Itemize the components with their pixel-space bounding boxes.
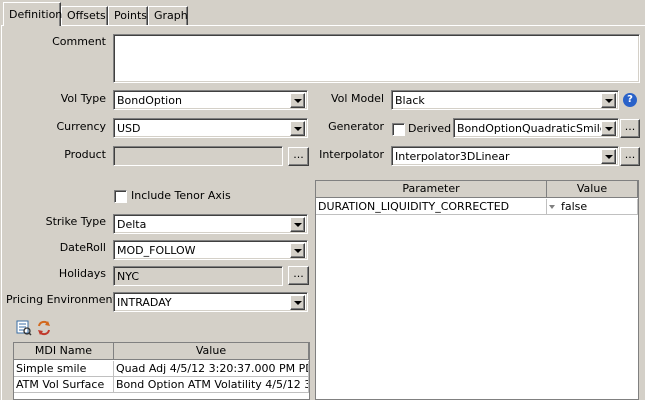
vol-type-dropdown-icon[interactable] bbox=[290, 93, 305, 108]
mdi-table: MDI Name Value Simple smile Quad Adj 4/5… bbox=[13, 342, 310, 400]
currency-dropdown-icon[interactable] bbox=[290, 121, 305, 136]
param-row-name[interactable]: DURATION_LIQUIDITY_CORRECTED bbox=[316, 199, 547, 215]
interpolator-browse-button[interactable]: ... bbox=[620, 147, 640, 166]
currency-select[interactable]: USD bbox=[113, 118, 308, 138]
generator-browse-button[interactable]: ... bbox=[620, 119, 640, 138]
tab-offsets[interactable]: Offsets bbox=[61, 6, 108, 25]
interpolator-select[interactable]: Interpolator3DLinear bbox=[391, 146, 619, 166]
mdi-header-value[interactable]: Value bbox=[114, 343, 309, 360]
tab-definition-label: Definition bbox=[9, 8, 63, 21]
product-browse-button[interactable]: ... bbox=[288, 147, 309, 166]
vol-type-select[interactable]: BondOption bbox=[113, 90, 308, 110]
pricing-env-select[interactable]: INTRADAY bbox=[113, 292, 308, 312]
tab-definition[interactable]: Definition bbox=[3, 2, 63, 26]
refresh-icon[interactable] bbox=[36, 320, 52, 336]
vol-model-label: Vol Model bbox=[331, 92, 384, 105]
tab-points[interactable]: Points bbox=[108, 6, 148, 25]
currency-value: USD bbox=[117, 122, 141, 135]
tab-offsets-label: Offsets bbox=[67, 9, 106, 22]
dateroll-select[interactable]: MOD_FOLLOW bbox=[113, 240, 308, 260]
param-header-value[interactable]: Value bbox=[547, 181, 638, 198]
include-tenor-axis-checkbox[interactable] bbox=[114, 190, 127, 203]
mdi-header-name[interactable]: MDI Name bbox=[14, 343, 114, 360]
generator-select[interactable]: BondOptionQuadraticSmile bbox=[453, 118, 619, 138]
pricing-env-label: Pricing Environment bbox=[6, 293, 117, 306]
vol-model-value: Black bbox=[395, 94, 425, 107]
vol-model-dropdown-icon[interactable] bbox=[601, 93, 616, 108]
value-dropdown-icon[interactable] bbox=[549, 205, 555, 209]
strike-type-label: Strike Type bbox=[45, 215, 106, 228]
param-row-value[interactable]: false bbox=[547, 199, 638, 215]
currency-label: Currency bbox=[56, 120, 106, 133]
help-icon[interactable]: ? bbox=[623, 93, 637, 107]
mdi-row-name[interactable]: Simple smile bbox=[14, 361, 114, 377]
holidays-value: NYC bbox=[117, 270, 140, 283]
vol-model-select[interactable]: Black bbox=[391, 90, 619, 110]
tab-bar: Definition Offsets Points Graph bbox=[0, 0, 645, 26]
include-tenor-axis-label: Include Tenor Axis bbox=[131, 189, 231, 202]
dateroll-dropdown-icon[interactable] bbox=[290, 243, 305, 258]
holidays-browse-button[interactable]: ... bbox=[288, 266, 309, 285]
product-field[interactable] bbox=[113, 146, 283, 166]
tab-graph-label: Graph bbox=[154, 9, 188, 22]
generator-label: Generator bbox=[328, 120, 384, 133]
comment-label: Comment bbox=[52, 35, 106, 48]
vol-type-label: Vol Type bbox=[60, 92, 106, 105]
interpolator-dropdown-icon[interactable] bbox=[601, 149, 616, 164]
holidays-field[interactable]: NYC bbox=[113, 266, 283, 286]
vol-type-value: BondOption bbox=[117, 94, 182, 107]
mdi-row-name[interactable]: ATM Vol Surface bbox=[14, 377, 114, 393]
generator-dropdown-icon[interactable] bbox=[601, 121, 616, 136]
dateroll-label: DateRoll bbox=[59, 241, 106, 254]
mdi-row-value[interactable]: Quad Adj 4/5/12 3:20:37.000 PM PDT bbox=[114, 361, 309, 377]
tab-points-label: Points bbox=[114, 9, 148, 22]
strike-type-value: Delta bbox=[117, 218, 147, 231]
pricing-env-value: INTRADAY bbox=[117, 296, 172, 309]
param-row-value-text: false bbox=[561, 200, 588, 213]
param-header-parameter[interactable]: Parameter bbox=[316, 181, 547, 198]
dateroll-value: MOD_FOLLOW bbox=[117, 244, 196, 257]
view-data-icon[interactable] bbox=[16, 320, 32, 336]
strike-type-dropdown-icon[interactable] bbox=[290, 217, 305, 232]
derived-checkbox[interactable] bbox=[392, 123, 405, 136]
generator-value: BondOptionQuadraticSmile bbox=[457, 122, 607, 135]
comment-field[interactable] bbox=[113, 34, 640, 83]
pricing-env-dropdown-icon[interactable] bbox=[290, 295, 305, 310]
derived-label: Derived bbox=[408, 122, 452, 135]
tab-graph[interactable]: Graph bbox=[148, 6, 188, 25]
interpolator-label: Interpolator bbox=[319, 148, 384, 161]
mdi-row-value[interactable]: Bond Option ATM Volatility 4/5/12 3:... bbox=[114, 377, 309, 393]
product-label: Product bbox=[64, 148, 106, 161]
parameter-table: Parameter Value DURATION_LIQUIDITY_CORRE… bbox=[315, 180, 639, 400]
strike-type-select[interactable]: Delta bbox=[113, 214, 308, 234]
holidays-label: Holidays bbox=[58, 267, 106, 280]
interpolator-value: Interpolator3DLinear bbox=[395, 150, 510, 163]
